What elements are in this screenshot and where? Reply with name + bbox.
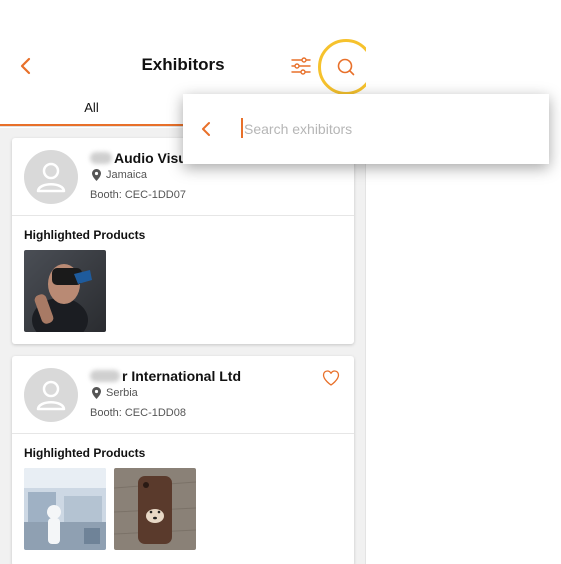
redacted-text: [90, 152, 112, 164]
location-pin-icon: [92, 169, 101, 181]
booth-number: Booth: CEC-1DD07: [90, 189, 186, 201]
text-cursor: [241, 118, 243, 138]
favorite-button[interactable]: [322, 370, 340, 388]
tab-all[interactable]: All: [0, 90, 183, 126]
avatar: [24, 368, 78, 422]
exhibitor-location: Serbia: [92, 387, 138, 399]
exhibitor-name-text: r International Ltd: [122, 368, 241, 384]
card-divider: [12, 215, 354, 216]
exhibitor-name: Audio Visu: [90, 150, 187, 166]
search-bar-popup: [183, 94, 549, 164]
heart-icon: [322, 370, 340, 386]
country-text: Jamaica: [106, 169, 147, 181]
blank-panel: [366, 0, 561, 564]
search-input[interactable]: [241, 118, 531, 140]
vr-headset-photo: [24, 250, 106, 332]
exhibitor-card[interactable]: Audio Visu Jamaica Booth: CEC-1DD07 High…: [12, 138, 354, 344]
search-back-button[interactable]: [197, 118, 215, 140]
user-icon: [36, 162, 66, 193]
country-text: Serbia: [106, 387, 138, 399]
booth-number: Booth: CEC-1DD08: [90, 407, 186, 419]
exhibitor-card[interactable]: r International Ltd Serbia Booth: CEC-1D…: [12, 356, 354, 564]
search-icon: [337, 58, 355, 76]
highlighted-products-label: Highlighted Products: [24, 228, 146, 242]
exhibitor-name: r International Ltd: [90, 368, 241, 384]
product-thumbnail[interactable]: [24, 250, 106, 332]
product-thumbnail[interactable]: [24, 468, 106, 550]
redacted-text: [90, 370, 120, 382]
lab-equipment-photo: [24, 468, 106, 550]
chevron-left-icon: [202, 122, 210, 136]
exhibitor-name-text: Audio Visu: [114, 150, 187, 166]
product-thumbnail[interactable]: [114, 468, 196, 550]
user-icon: [36, 380, 66, 411]
card-divider: [12, 433, 354, 434]
filter-button[interactable]: [290, 54, 312, 78]
highlighted-products-label: Highlighted Products: [24, 446, 146, 460]
phone-case-photo: [114, 468, 196, 550]
exhibitor-location: Jamaica: [92, 169, 147, 181]
avatar: [24, 150, 78, 204]
app-screen: Exhibitors All Audio Visu Jamaica Booth:…: [0, 0, 374, 564]
location-pin-icon: [92, 387, 101, 399]
sliders-icon: [291, 57, 311, 75]
